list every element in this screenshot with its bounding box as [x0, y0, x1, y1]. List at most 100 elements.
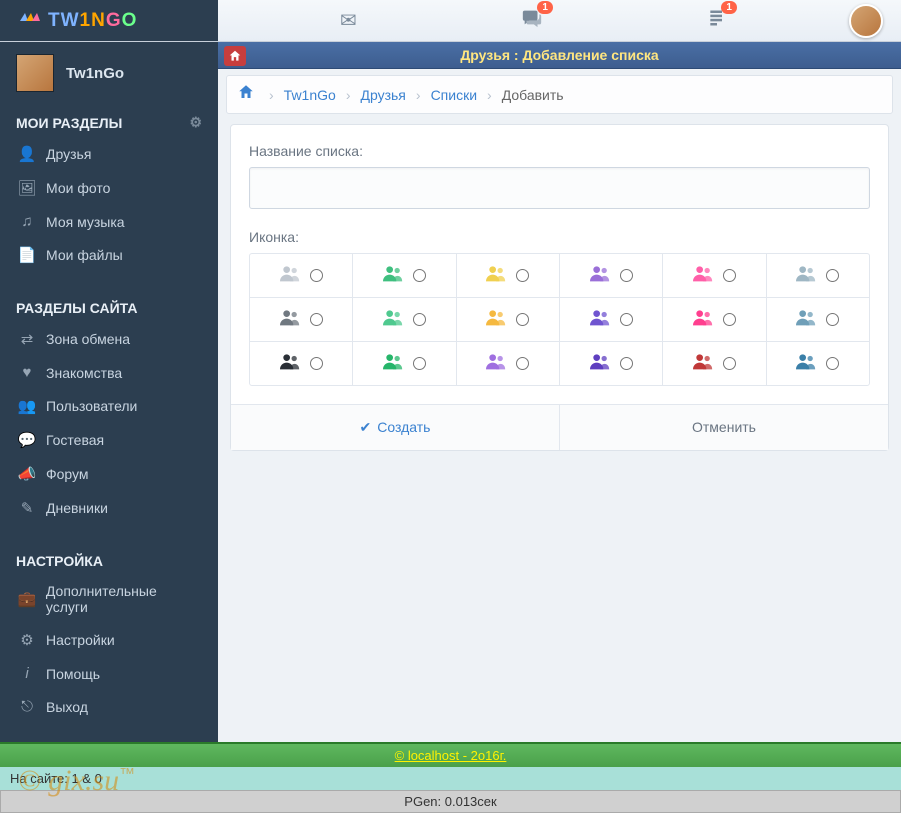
icon-radio[interactable]: [516, 357, 529, 370]
sidebar-item-label: Друзья: [46, 146, 91, 162]
icon-option[interactable]: [456, 298, 559, 341]
sidebar-item-diary[interactable]: ✎Дневники: [0, 491, 218, 525]
icon-option[interactable]: [662, 298, 765, 341]
name-label: Название списка:: [249, 143, 870, 159]
icon-option[interactable]: [766, 298, 869, 341]
people-icon: [383, 308, 403, 331]
chat-bubble-icon: 💬: [16, 431, 38, 449]
breadcrumb-link[interactable]: Друзья: [360, 87, 405, 103]
icon-radio[interactable]: [723, 313, 736, 326]
music-icon: ♫: [16, 213, 38, 230]
sidebar-item-label: Настройки: [46, 632, 115, 648]
icon-option[interactable]: [559, 298, 662, 341]
sidebar-item-friends[interactable]: 👤 Друзья: [0, 137, 218, 171]
icon-radio[interactable]: [310, 313, 323, 326]
sidebar-item-files[interactable]: 📄 Мои файлы: [0, 238, 218, 272]
icon-radio[interactable]: [826, 313, 839, 326]
icon-option[interactable]: [456, 342, 559, 385]
icon-option[interactable]: [559, 342, 662, 385]
sidebar-item-settings[interactable]: ⚙Настройки: [0, 623, 218, 657]
icon-radio[interactable]: [826, 269, 839, 282]
icon-radio[interactable]: [723, 269, 736, 282]
username: Tw1nGo: [66, 65, 124, 82]
notification-icon[interactable]: 1: [707, 7, 727, 35]
icon-option[interactable]: [766, 342, 869, 385]
icon-radio[interactable]: [310, 357, 323, 370]
chevron-right-icon: ›: [269, 87, 274, 103]
logo[interactable]: TW1NGO: [0, 0, 218, 41]
icon-grid: [249, 253, 870, 386]
sidebar-item-photos[interactable]: 🖼Мои фото: [0, 171, 218, 205]
icon-radio[interactable]: [620, 357, 633, 370]
briefcase-icon: 💼: [16, 590, 38, 608]
icon-radio[interactable]: [413, 357, 426, 370]
cancel-button[interactable]: Отменить: [559, 405, 888, 450]
friends-icon: 👤: [16, 145, 38, 163]
mail-icon[interactable]: ✉: [340, 8, 357, 33]
chat-icon[interactable]: 1: [521, 7, 543, 35]
people-icon: [693, 308, 713, 331]
icon-option[interactable]: [766, 254, 869, 297]
photo-icon: 🖼: [16, 179, 38, 197]
icon-option[interactable]: [250, 254, 352, 297]
home-icon: [228, 49, 242, 63]
footer-copyright[interactable]: © localhost - 2o16г.: [0, 742, 901, 767]
icon-label: Иконка:: [249, 229, 870, 245]
user-avatar-top[interactable]: [849, 4, 883, 38]
sidebar-item-label: Дневники: [46, 500, 108, 516]
icon-radio[interactable]: [516, 269, 529, 282]
icon-radio[interactable]: [413, 313, 426, 326]
sidebar-item-logout[interactable]: ⎋Выход: [0, 690, 218, 723]
form-card: Название списка: Иконка: ✔Создать Отмени…: [230, 124, 889, 451]
exchange-icon: ⇄: [16, 330, 38, 348]
icon-radio[interactable]: [620, 313, 633, 326]
topbar: TW1NGO ✉ 1 1: [0, 0, 901, 42]
gear-icon[interactable]: ⚙: [189, 114, 202, 131]
people-icon: [383, 352, 403, 375]
breadcrumb-link[interactable]: Tw1nGo: [284, 87, 336, 103]
breadcrumb-current: Добавить: [502, 87, 564, 103]
files-icon: 📄: [16, 246, 38, 264]
breadcrumb-home-icon[interactable]: [237, 83, 255, 106]
user-block[interactable]: Tw1nGo: [0, 42, 218, 104]
icon-radio[interactable]: [620, 269, 633, 282]
icon-radio[interactable]: [516, 313, 529, 326]
icon-option[interactable]: [456, 254, 559, 297]
icon-option[interactable]: [352, 298, 455, 341]
sidebar-item-forum[interactable]: 📣Форум: [0, 457, 218, 491]
sidebar-item-music[interactable]: ♫Моя музыка: [0, 205, 218, 238]
logo-icon: [18, 9, 42, 33]
icon-option[interactable]: [250, 342, 352, 385]
icon-option[interactable]: [662, 342, 765, 385]
icon-radio[interactable]: [826, 357, 839, 370]
sidebar-item-help[interactable]: iПомощь: [0, 657, 218, 690]
icon-option[interactable]: [352, 254, 455, 297]
icon-option[interactable]: [250, 298, 352, 341]
sidebar-item-dating[interactable]: ♥Знакомства: [0, 356, 218, 389]
icon-radio[interactable]: [723, 357, 736, 370]
sidebar-item-users[interactable]: 👥Пользователи: [0, 389, 218, 423]
footer-pgen: PGen: 0.013сек: [0, 790, 901, 813]
section-title-settings: НАСТРОЙКА: [16, 553, 103, 569]
icon-radio[interactable]: [413, 269, 426, 282]
icon-option[interactable]: [352, 342, 455, 385]
check-icon: ✔: [360, 419, 372, 435]
page-titlebar: Друзья : Добавление списка: [218, 42, 901, 69]
sidebar-item-label: Мои файлы: [46, 247, 123, 263]
sidebar-item-exchange[interactable]: ⇄Зона обмена: [0, 322, 218, 356]
breadcrumb-link[interactable]: Списки: [431, 87, 477, 103]
sidebar-item-label: Пользователи: [46, 398, 137, 414]
breadcrumb: › Tw1nGo › Друзья › Списки › Добавить: [226, 75, 893, 114]
people-icon: [383, 264, 403, 287]
home-chip[interactable]: [224, 46, 246, 66]
icon-option[interactable]: [559, 254, 662, 297]
people-icon: [590, 352, 610, 375]
icon-radio[interactable]: [310, 269, 323, 282]
notification-badge: 1: [721, 1, 737, 14]
icon-option[interactable]: [662, 254, 765, 297]
sidebar-item-guest[interactable]: 💬Гостевая: [0, 423, 218, 457]
people-icon: [796, 308, 816, 331]
sidebar-item-services[interactable]: 💼Дополнительные услуги: [0, 575, 218, 623]
list-name-input[interactable]: [249, 167, 870, 209]
create-button[interactable]: ✔Создать: [231, 405, 559, 450]
